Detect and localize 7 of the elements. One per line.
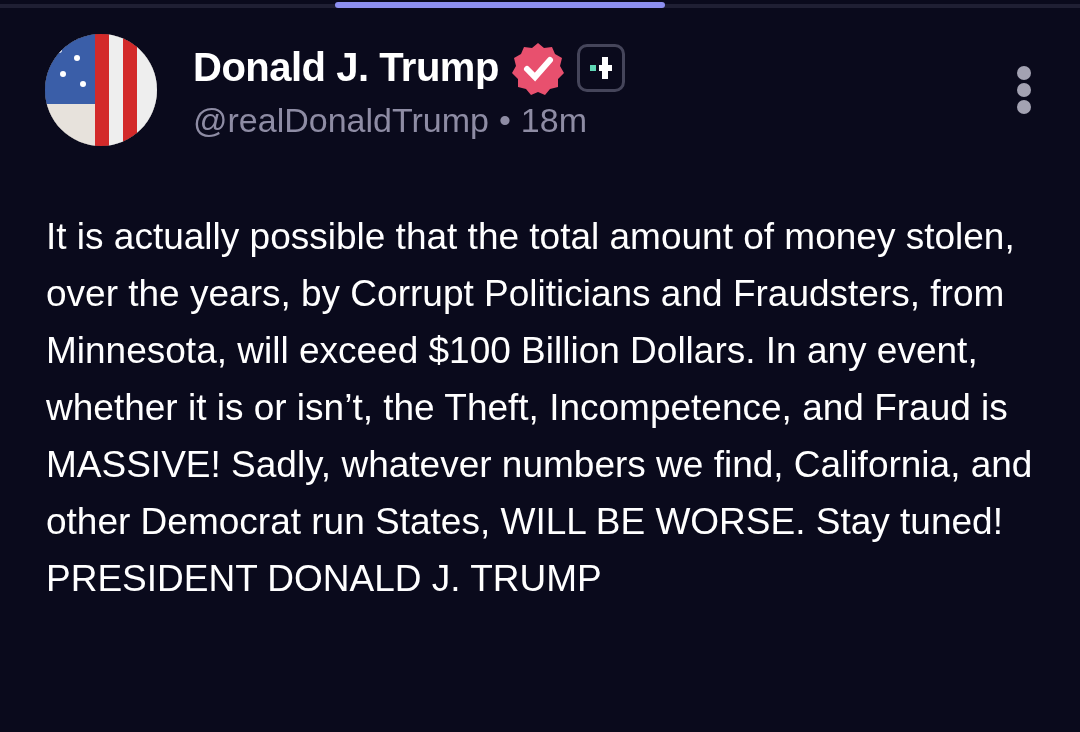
author-handle[interactable]: @realDonaldTrump <box>193 100 489 140</box>
post-text: It is actually possible that the total amount of money stolen, over the years, by Corrupt Politicians and Fraudsters, from Minnesota, will exceed $100 Billion Dollars. In any event, whether it is or isn’t, the Theft, Incompetence, and Fraud is MASSIVE! Sadly, whatever numbers we find, California, and other Democrat run States, WILL BE WORSE. Stay tuned! PRESIDENT DONALD J. TRUMP <box>46 215 1034 601</box>
post-time: 18m <box>520 100 587 140</box>
author-name[interactable]: Donald J. Trump <box>193 45 499 90</box>
separator-dot: • <box>498 100 511 140</box>
plus-icon[interactable] <box>576 43 625 92</box>
more-options-icon[interactable] <box>1016 65 1032 115</box>
